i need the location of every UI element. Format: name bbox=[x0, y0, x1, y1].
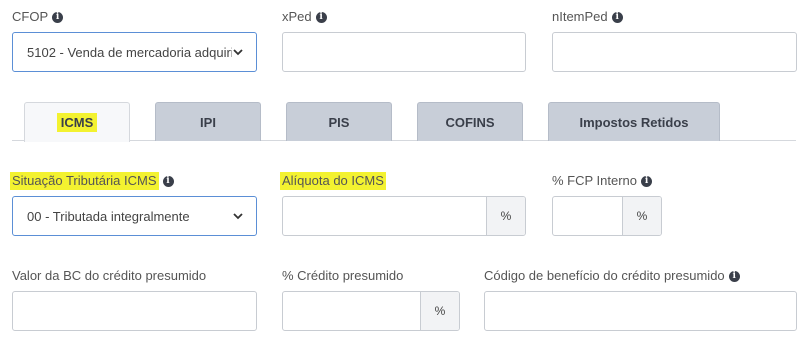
info-icon[interactable]: i bbox=[162, 175, 174, 187]
percent-addon: % bbox=[622, 197, 661, 235]
nitemped-input[interactable] bbox=[552, 32, 797, 72]
info-icon[interactable]: i bbox=[611, 11, 623, 23]
tab-cofins[interactable]: COFINS bbox=[417, 102, 523, 141]
situacao-label: Situação Tributária ICMS i bbox=[10, 172, 174, 190]
credito-presumido-input-group: % bbox=[282, 291, 460, 331]
codigo-beneficio-input[interactable] bbox=[484, 291, 797, 331]
tab-impostos-retidos[interactable]: Impostos Retidos bbox=[548, 102, 720, 141]
info-icon[interactable]: i bbox=[315, 11, 327, 23]
bc-credito-input[interactable] bbox=[12, 291, 257, 331]
cfop-label: CFOP i bbox=[12, 8, 64, 26]
percent-addon: % bbox=[486, 197, 525, 235]
info-icon[interactable]: i bbox=[52, 11, 64, 23]
xped-input[interactable] bbox=[282, 32, 526, 72]
aliquota-input[interactable] bbox=[283, 197, 486, 235]
chevron-down-icon bbox=[232, 46, 244, 58]
chevron-down-icon bbox=[233, 213, 243, 220]
credito-presumido-input[interactable] bbox=[283, 292, 420, 330]
tab-icms[interactable]: ICMS bbox=[24, 102, 130, 142]
aliquota-label: Alíquota do ICMS bbox=[280, 172, 386, 190]
tab-pis[interactable]: PIS bbox=[286, 102, 392, 141]
bc-credito-label: Valor da BC do crédito presumido bbox=[12, 268, 207, 283]
info-icon[interactable]: i bbox=[728, 270, 740, 282]
info-icon[interactable]: i bbox=[641, 175, 653, 187]
codigo-beneficio-label: Código de benefício do crédito presumido… bbox=[484, 267, 740, 285]
xped-label: xPed i bbox=[282, 8, 327, 26]
situacao-select[interactable]: 00 - Tributada integralmente bbox=[12, 196, 257, 236]
fcp-input-group: % bbox=[552, 196, 662, 236]
percent-addon: % bbox=[420, 292, 459, 330]
credito-presumido-label: % Crédito presumido bbox=[282, 268, 404, 283]
aliquota-input-group: % bbox=[282, 196, 526, 236]
cfop-select[interactable]: 5102 - Venda de mercadoria adquiri bbox=[12, 32, 257, 72]
fcp-input[interactable] bbox=[553, 197, 622, 235]
nitemped-label: nItemPed i bbox=[552, 8, 623, 26]
fcp-label: % FCP Interno i bbox=[552, 172, 653, 190]
tab-ipi[interactable]: IPI bbox=[155, 102, 261, 141]
